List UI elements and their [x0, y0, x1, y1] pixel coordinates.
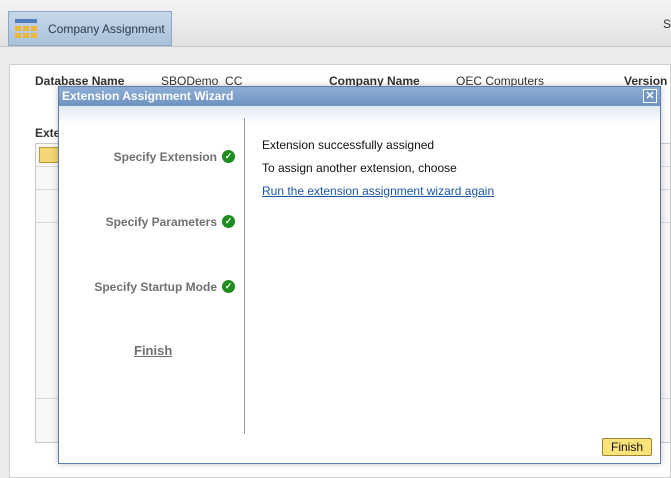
step-finish: Finish: [134, 343, 173, 358]
success-message: Extension successfully assigned: [262, 138, 435, 152]
step-specify-parameters: Specify Parameters: [105, 215, 217, 229]
steps-divider: [244, 118, 245, 434]
tab-label: Company Assignment: [48, 21, 165, 36]
wizard-content: Extension successfully assigned To assig…: [262, 138, 494, 207]
rerun-wizard-link[interactable]: Run the extension assignment wizard agai…: [262, 184, 494, 198]
finish-button[interactable]: Finish: [602, 438, 652, 456]
extension-assignment-wizard-dialog: Extension Assignment Wizard ✕ Specify Ex…: [58, 86, 661, 464]
step-specify-startup-mode: Specify Startup Mode: [94, 280, 217, 294]
tab-company-assignment[interactable]: Company Assignment: [8, 11, 172, 46]
dialog-title-bar: Extension Assignment Wizard ✕: [59, 87, 660, 106]
wizard-steps: Specify Extension ✓ Specify Parameters ✓…: [59, 118, 245, 434]
check-icon: ✓: [222, 150, 235, 163]
dialog-title: Extension Assignment Wizard: [62, 89, 234, 103]
check-icon: ✓: [222, 215, 235, 228]
instruction-message: To assign another extension, choose: [262, 161, 457, 175]
topbar-right-text: S: [662, 17, 671, 31]
extensions-section-title: Exte: [35, 126, 61, 140]
step-specify-extension: Specify Extension: [113, 150, 217, 164]
check-icon: ✓: [222, 280, 235, 293]
top-toolbar: Company Assignment S: [0, 0, 671, 47]
close-icon[interactable]: ✕: [643, 89, 657, 103]
table-icon: [15, 18, 39, 40]
